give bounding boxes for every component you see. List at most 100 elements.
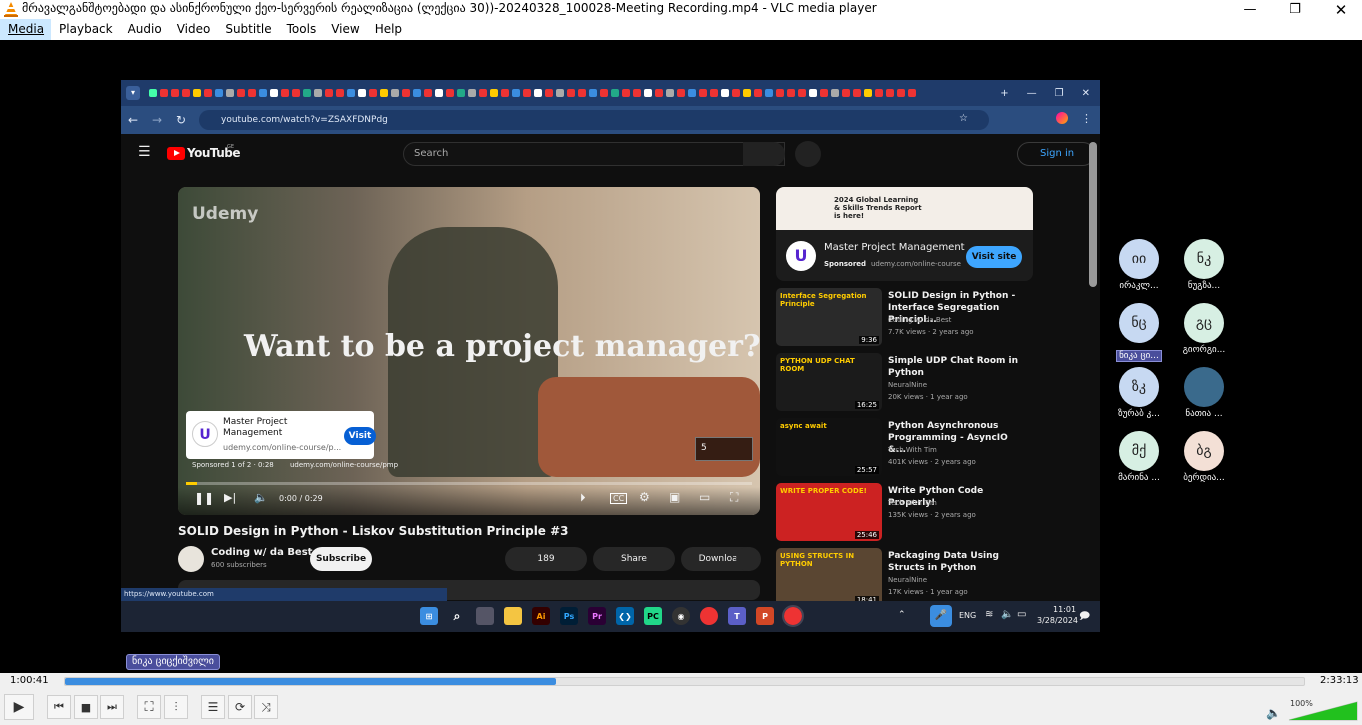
menu-view[interactable]: View bbox=[323, 19, 366, 40]
tab-favicon[interactable] bbox=[369, 89, 377, 97]
recommendation-thumbnail[interactable]: PYTHON UDP CHAT ROOM 16:25 bbox=[776, 353, 882, 411]
voice-search-icon[interactable] bbox=[795, 141, 821, 167]
tab-favicon[interactable] bbox=[215, 89, 223, 97]
tab-favicon[interactable] bbox=[292, 89, 300, 97]
tab-favicon[interactable] bbox=[842, 89, 850, 97]
tab-favicon[interactable] bbox=[347, 89, 355, 97]
tab-favicon[interactable] bbox=[754, 89, 762, 97]
profile-avatar[interactable] bbox=[1056, 112, 1068, 124]
ad-info-url[interactable]: udemy.com/online-course/pmp bbox=[290, 461, 398, 469]
tab-favicon[interactable] bbox=[193, 89, 201, 97]
search-button[interactable] bbox=[743, 142, 785, 166]
tab-favicon[interactable] bbox=[325, 89, 333, 97]
tab-favicon[interactable] bbox=[270, 89, 278, 97]
tab-favicon[interactable] bbox=[435, 89, 443, 97]
sidebar-visit-site-button[interactable]: Visit site bbox=[966, 246, 1022, 268]
more-actions-button[interactable] bbox=[736, 547, 760, 571]
participant-tile[interactable]: მქ მარინა ... bbox=[1106, 431, 1172, 493]
url-field[interactable]: youtube.com/watch?v=ZSAXFDNPdg bbox=[199, 110, 989, 130]
menu-media[interactable]: Media bbox=[0, 19, 52, 40]
maximize-button[interactable]: ❐ bbox=[1272, 0, 1318, 19]
recommendation-thumbnail[interactable]: WRITE PROPER CODE! 25:46 bbox=[776, 483, 882, 541]
tab-favicon[interactable] bbox=[600, 89, 608, 97]
clock-date[interactable]: 3/28/2024 bbox=[1037, 616, 1078, 625]
tab-favicon[interactable] bbox=[666, 89, 674, 97]
loop-button[interactable]: ⟳ bbox=[228, 695, 252, 719]
total-time[interactable]: 2:33:13 bbox=[1320, 675, 1359, 686]
tab-favicon[interactable] bbox=[776, 89, 784, 97]
next-icon[interactable]: ▶| bbox=[224, 491, 236, 504]
previous-button[interactable]: ⏮ bbox=[47, 695, 71, 719]
recommendation-thumbnail[interactable]: Interface Segregation Principle 9:36 bbox=[776, 288, 882, 346]
powerpoint-icon[interactable]: P bbox=[756, 607, 774, 625]
tab-favicon[interactable] bbox=[655, 89, 663, 97]
volume-icon[interactable]: 🔈 bbox=[254, 491, 268, 504]
tab-favicon[interactable] bbox=[677, 89, 685, 97]
tab-favicon[interactable] bbox=[589, 89, 597, 97]
tab-favicon[interactable] bbox=[765, 89, 773, 97]
tab-favicon[interactable] bbox=[457, 89, 465, 97]
recommendation-title[interactable]: Packaging Data Using Structs in Python bbox=[888, 550, 1028, 574]
tab-favicon[interactable] bbox=[281, 89, 289, 97]
tab-favicon[interactable] bbox=[424, 89, 432, 97]
extended-settings-button[interactable]: ⫶ bbox=[164, 695, 188, 719]
elapsed-time[interactable]: 1:00:41 bbox=[10, 675, 49, 686]
participant-tile[interactable]: გც გიორგი... bbox=[1171, 303, 1237, 365]
minimize-button[interactable]: — bbox=[1227, 0, 1273, 19]
recommendation-title[interactable]: Simple UDP Chat Room in Python bbox=[888, 355, 1028, 379]
reload-icon[interactable]: ↻ bbox=[169, 113, 193, 127]
browser-menu-icon[interactable]: ⋮ bbox=[1081, 112, 1092, 125]
tab-favicon[interactable] bbox=[523, 89, 531, 97]
bookmark-star-icon[interactable]: ☆ bbox=[959, 113, 968, 124]
tab-favicon[interactable] bbox=[688, 89, 696, 97]
tab-favicon[interactable] bbox=[820, 89, 828, 97]
hamburger-icon[interactable]: ☰ bbox=[138, 144, 151, 160]
subscribe-button[interactable]: Subscribe bbox=[310, 547, 372, 571]
tab-favicon[interactable] bbox=[402, 89, 410, 97]
ad-card[interactable]: U Master Project Management udemy.com/on… bbox=[186, 411, 376, 459]
menu-tools[interactable]: Tools bbox=[279, 19, 324, 40]
browser-close-icon[interactable]: ✕ bbox=[1082, 88, 1090, 99]
seek-slider[interactable] bbox=[64, 677, 1305, 686]
task-view-icon[interactable] bbox=[476, 607, 494, 625]
channel-name[interactable]: Coding w/ da Best bbox=[211, 547, 312, 558]
back-icon[interactable]: ← bbox=[121, 113, 145, 127]
tab-favicon[interactable] bbox=[611, 89, 619, 97]
participant-tile[interactable]: ნკ ნუგზა... bbox=[1171, 239, 1237, 301]
photoshop-icon[interactable]: Ps bbox=[560, 607, 578, 625]
tab-favicon[interactable] bbox=[908, 89, 916, 97]
tab-favicon[interactable] bbox=[534, 89, 542, 97]
tab-favicon[interactable] bbox=[446, 89, 454, 97]
obs-icon[interactable]: ◉ bbox=[672, 607, 690, 625]
share-button[interactable]: Share bbox=[593, 547, 675, 571]
pause-icon[interactable]: ❚❚ bbox=[194, 491, 214, 505]
tab-favicon[interactable] bbox=[578, 89, 586, 97]
vscode-icon[interactable]: ❮❯ bbox=[616, 607, 634, 625]
tab-favicon[interactable] bbox=[743, 89, 751, 97]
recommendation-thumbnail[interactable]: USING STRUCTS IN PYTHON 18:41 bbox=[776, 548, 882, 606]
tab-favicon[interactable] bbox=[721, 89, 729, 97]
sidebar-ad[interactable]: 2024 Global Learning & Skills Trends Rep… bbox=[776, 187, 1033, 281]
tab-favicon[interactable] bbox=[644, 89, 652, 97]
participant-tile[interactable]: ზკ ზურაბ კ... bbox=[1106, 367, 1172, 429]
volume-speaker-icon[interactable]: 🔈 bbox=[1266, 706, 1281, 720]
tab-search-icon[interactable]: ▾ bbox=[126, 86, 140, 100]
clock-time[interactable]: 11:01 bbox=[1053, 605, 1076, 614]
like-button[interactable]: 189 bbox=[505, 547, 587, 571]
search-input[interactable]: Search bbox=[403, 142, 785, 166]
participant-tile[interactable]: ნათია ... bbox=[1171, 367, 1237, 429]
tab-favicon[interactable] bbox=[204, 89, 212, 97]
playlist-button[interactable]: ☰ bbox=[201, 695, 225, 719]
youtube-logo-icon[interactable] bbox=[167, 147, 185, 160]
language-indicator[interactable]: ENG bbox=[959, 611, 976, 620]
shuffle-button[interactable]: ⤨ bbox=[254, 695, 278, 719]
menu-audio[interactable]: Audio bbox=[120, 19, 169, 40]
browser-restore-icon[interactable]: ❐ bbox=[1055, 88, 1064, 99]
stop-button[interactable]: ■ bbox=[74, 695, 98, 719]
tab-favicon[interactable] bbox=[226, 89, 234, 97]
tab-favicon[interactable] bbox=[182, 89, 190, 97]
close-button[interactable]: ✕ bbox=[1318, 0, 1362, 19]
tray-chevron-icon[interactable]: ⌃ bbox=[898, 610, 906, 620]
wifi-icon[interactable]: ≋ bbox=[985, 609, 993, 620]
chrome-icon[interactable] bbox=[700, 607, 718, 625]
